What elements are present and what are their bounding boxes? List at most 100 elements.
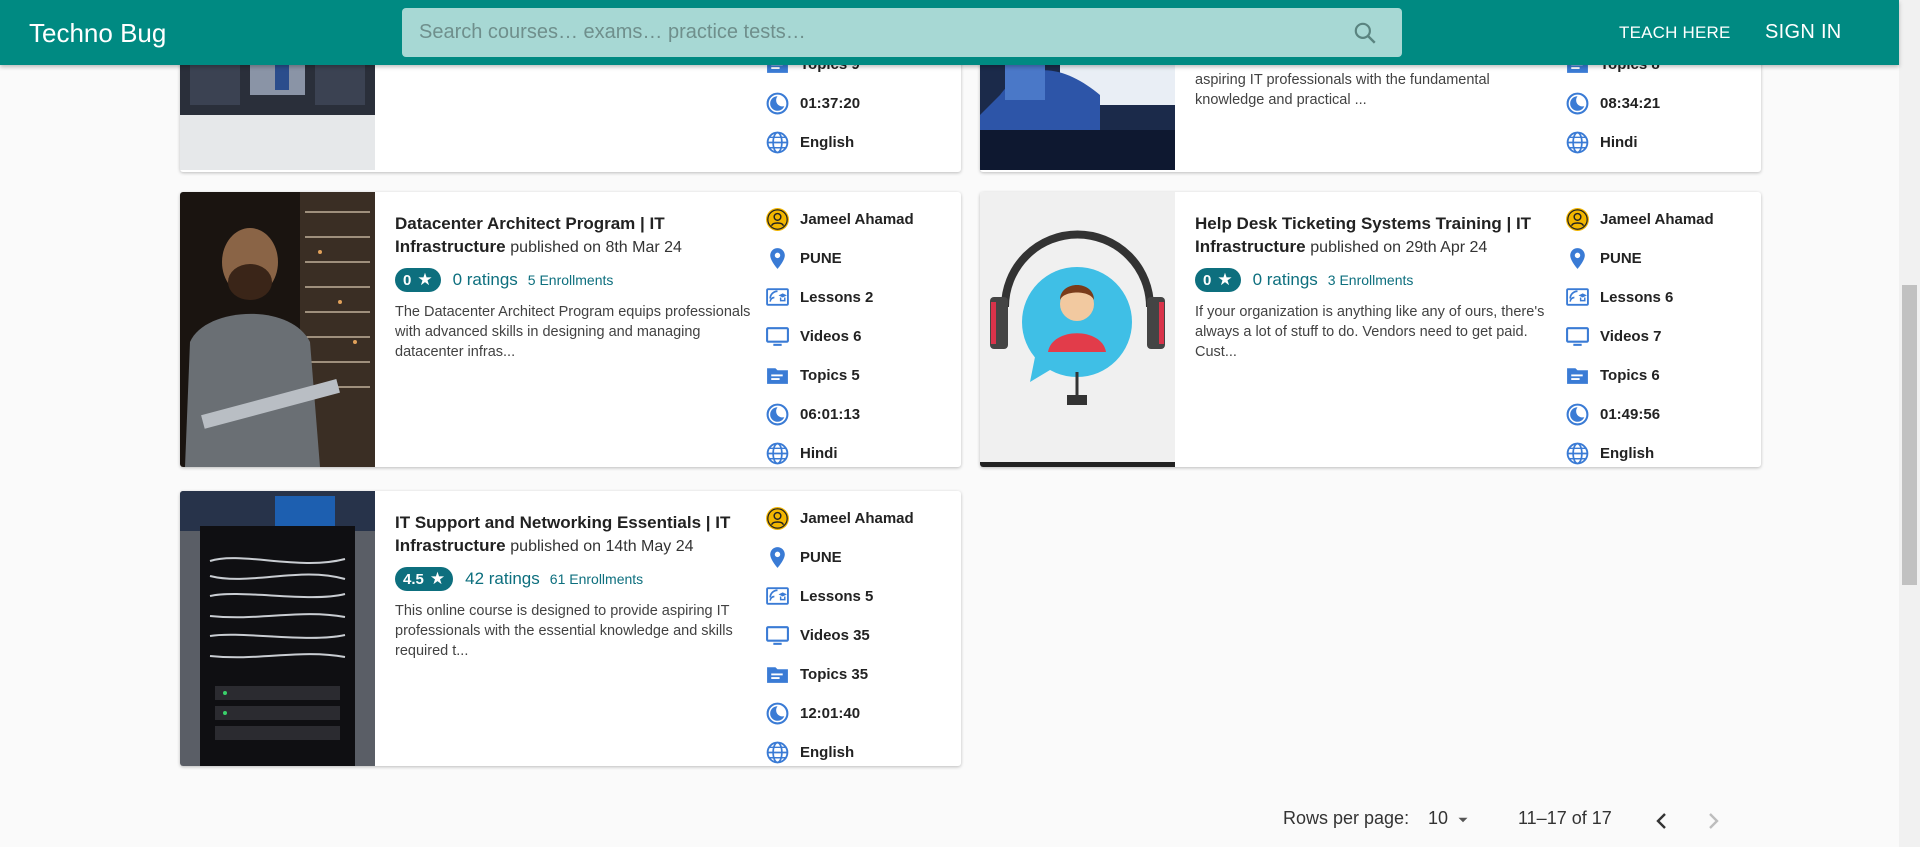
meta-videos: Videos 6: [765, 317, 955, 356]
meta-author: Jameel Ahamad: [765, 499, 955, 538]
rows-per-page-select[interactable]: 10: [1428, 808, 1472, 836]
course-card[interactable]: Help Desk Ticketing Systems Training | I…: [980, 192, 1761, 467]
videos-text: Videos 6: [800, 328, 862, 345]
enrollments-count: 3 Enrollments: [1327, 272, 1414, 288]
teach-here-link[interactable]: TEACH HERE: [1619, 23, 1731, 43]
lessons-icon: [765, 285, 790, 310]
author-avatar-icon: [1565, 207, 1590, 232]
meta-language: Hindi: [1565, 123, 1755, 162]
rating-badge: 0 ★: [1195, 268, 1241, 292]
topics-icon: [765, 363, 790, 388]
topics-text: Topics 35: [800, 666, 869, 683]
location-text: PUNE: [800, 549, 842, 566]
published-date: published on 14th May 24: [510, 538, 694, 555]
language-text: English: [800, 744, 855, 761]
meta-duration: 06:01:13: [765, 395, 955, 434]
search-icon[interactable]: [1352, 20, 1378, 46]
language-text: English: [1600, 445, 1655, 462]
search-input[interactable]: [402, 8, 1342, 57]
lessons-text: Lessons 2: [800, 289, 874, 306]
ratings-count: 42 ratings: [465, 569, 540, 588]
globe-icon: [1565, 441, 1590, 466]
published-date: published on 8th Mar 24: [510, 239, 682, 256]
lessons-icon: [1565, 285, 1590, 310]
course-card[interactable]: Datacenter Architect Program | IT Infras…: [180, 192, 961, 467]
next-page-icon[interactable]: [1701, 809, 1725, 833]
app-title[interactable]: Techno Bug: [29, 18, 166, 48]
topics-icon: [1565, 363, 1590, 388]
rating-badge: 0 ★: [395, 268, 441, 292]
meta-lessons: Lessons 2: [765, 278, 955, 317]
course-meta: Jameel Ahamad PUNE Lessons 6 Videos 7 To…: [1565, 200, 1755, 467]
star-icon: ★: [1217, 270, 1233, 289]
topics-text: Topics 6: [1600, 367, 1660, 384]
meta-author: Jameel Ahamad: [1565, 200, 1755, 239]
topics-icon: [765, 662, 790, 687]
clock-icon: [1565, 402, 1590, 427]
globe-icon: [765, 441, 790, 466]
language-text: English: [800, 134, 855, 151]
published-date: published on 29th Apr 24: [1310, 239, 1488, 256]
lessons-text: Lessons 6: [1600, 289, 1674, 306]
video-icon: [1565, 324, 1590, 349]
lessons-text: Lessons 5: [800, 588, 874, 605]
rating-value: 0: [1203, 271, 1212, 289]
videos-text: Videos 35: [800, 627, 870, 644]
search-box[interactable]: [402, 8, 1402, 57]
rating-value: 4.5: [403, 570, 424, 588]
course-description: If your organization is anything like an…: [1195, 304, 1545, 360]
meta-lessons: Lessons 5: [765, 577, 955, 616]
course-thumbnail: [180, 192, 375, 467]
course-meta: Jameel Ahamad PUNE Lessons 5 Videos 35 T…: [765, 499, 955, 766]
duration-text: 12:01:40: [800, 705, 861, 722]
location-text: PUNE: [1600, 250, 1642, 267]
globe-icon: [765, 740, 790, 765]
course-title[interactable]: IT Support and Networking Essentials | I…: [395, 511, 755, 558]
author-avatar-icon: [765, 207, 790, 232]
ratings-count: 0 ratings: [452, 270, 518, 289]
rating-row: 0 ★ 0 ratings 3 Enrollments: [1195, 268, 1555, 292]
pagination-range: 11–17 of 17: [1518, 808, 1612, 828]
previous-page-icon[interactable]: [1650, 809, 1674, 833]
meta-duration: 12:01:40: [765, 694, 955, 733]
rows-per-page-label: Rows per page:: [1283, 808, 1410, 828]
app-bar: Techno Bug TEACH HERE SIGN IN: [0, 0, 1899, 65]
duration-text: 08:34:21: [1600, 95, 1661, 112]
globe-icon: [765, 130, 790, 155]
meta-videos: Videos 7: [1565, 317, 1755, 356]
meta-language: English: [765, 733, 955, 766]
course-thumbnail: [980, 192, 1175, 467]
dropdown-arrow-icon[interactable]: [1454, 811, 1472, 829]
meta-duration: 08:34:21: [1565, 84, 1755, 123]
author-name: Jameel Ahamad: [800, 211, 914, 228]
clock-icon: [1565, 91, 1590, 116]
course-title[interactable]: Help Desk Ticketing Systems Training | I…: [1195, 212, 1555, 259]
location-pin-icon: [765, 246, 790, 271]
duration-text: 01:37:20: [800, 95, 861, 112]
location-pin-icon: [765, 545, 790, 570]
duration-text: 06:01:13: [800, 406, 861, 423]
rating-row: 0 ★ 0 ratings 5 Enrollments: [395, 268, 755, 292]
videos-text: Videos 7: [1600, 328, 1662, 345]
author-name: Jameel Ahamad: [1600, 211, 1714, 228]
rows-per-page-value[interactable]: 10: [1428, 808, 1448, 836]
lessons-icon: [765, 584, 790, 609]
meta-language: English: [1565, 434, 1755, 467]
course-description: This online course is designed to provid…: [395, 603, 733, 659]
location-text: PUNE: [800, 250, 842, 267]
enrollments-count: 5 Enrollments: [527, 272, 614, 288]
language-text: Hindi: [800, 445, 838, 462]
course-description: aspiring IT professionals with the funda…: [1195, 72, 1490, 108]
video-icon: [765, 324, 790, 349]
sign-in-button[interactable]: SIGN IN: [1765, 21, 1842, 44]
meta-videos: Videos 35: [765, 616, 955, 655]
meta-topics: Topics 5: [765, 356, 955, 395]
meta-language: Hindi: [765, 434, 955, 467]
course-title[interactable]: Datacenter Architect Program | IT Infras…: [395, 212, 755, 259]
scrollbar-thumb[interactable]: [1902, 285, 1917, 585]
meta-lessons: Lessons 6: [1565, 278, 1755, 317]
meta-location: PUNE: [765, 239, 955, 278]
author-name: Jameel Ahamad: [800, 510, 914, 527]
rating-badge: 4.5 ★: [395, 567, 454, 591]
course-card[interactable]: IT Support and Networking Essentials | I…: [180, 491, 961, 766]
